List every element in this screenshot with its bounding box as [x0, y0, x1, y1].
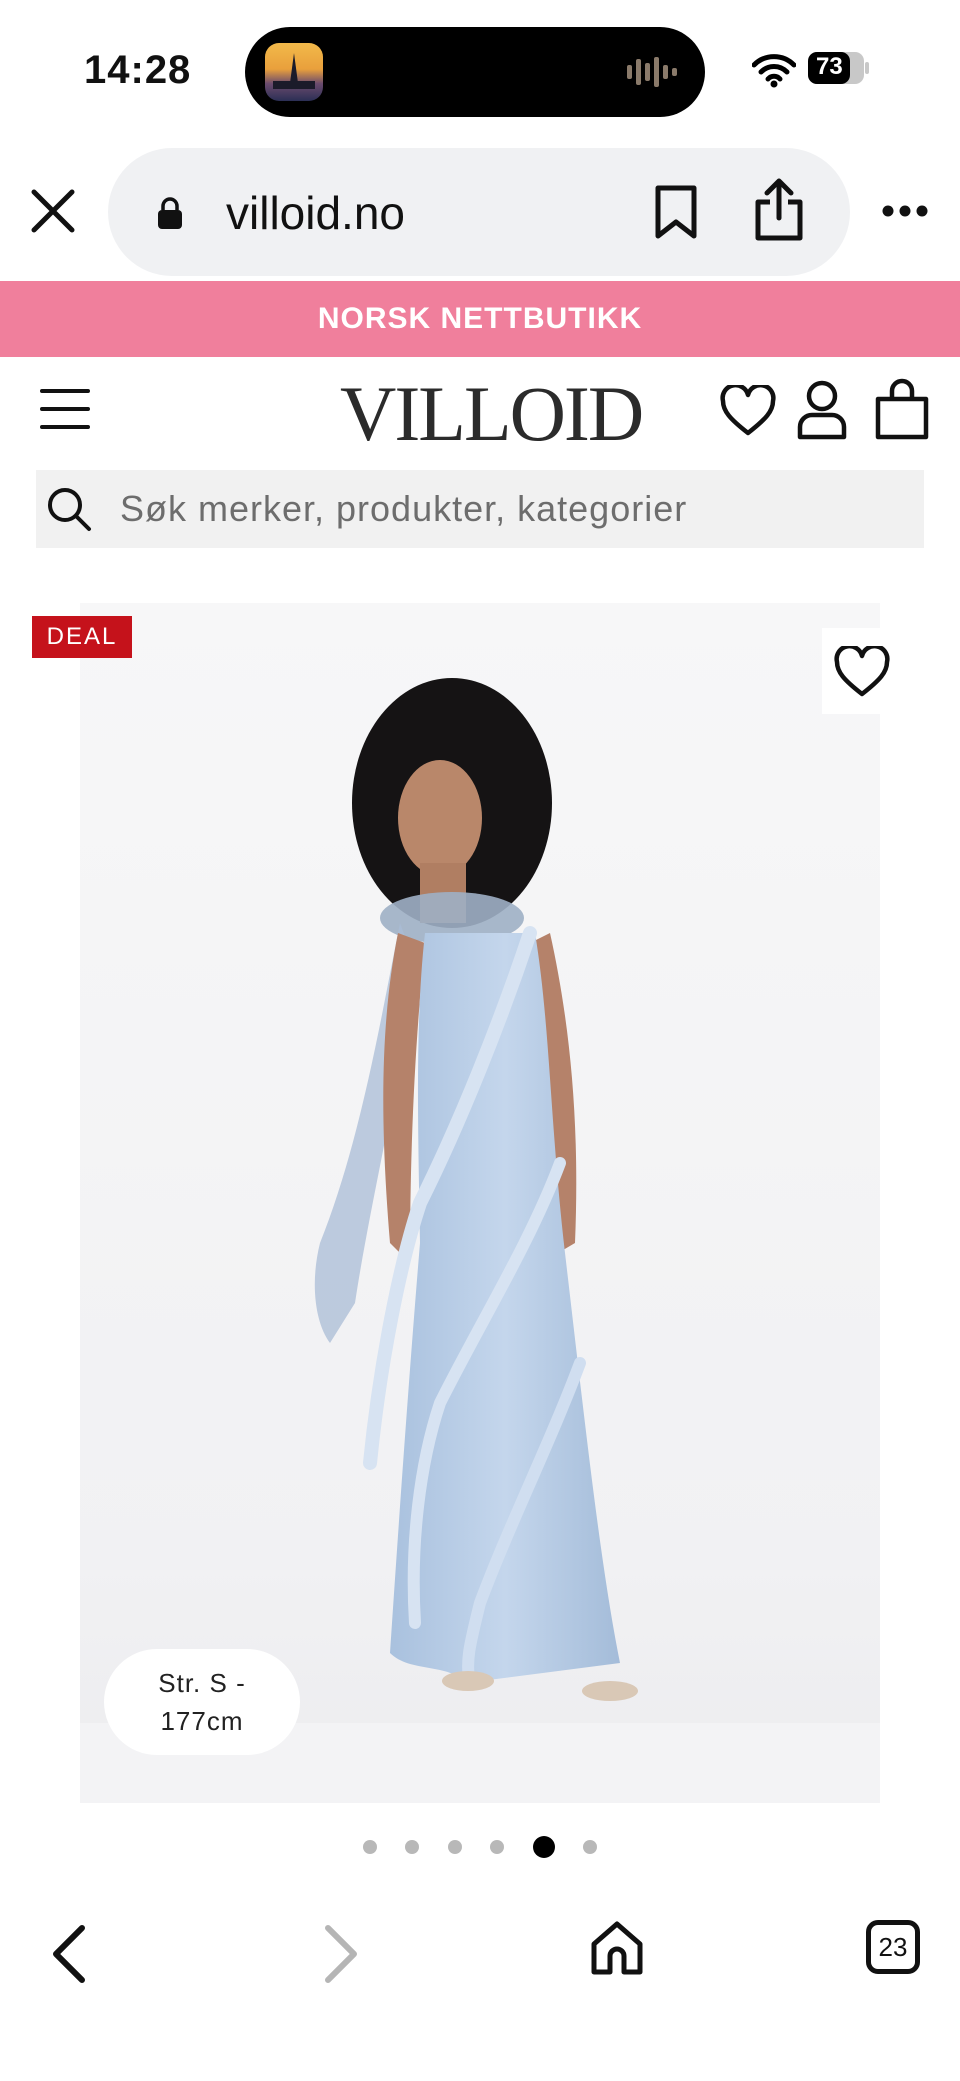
audio-wave-icon	[627, 57, 677, 87]
shopping-bag-icon[interactable]	[874, 377, 930, 441]
url-text[interactable]: villoid.no	[226, 186, 405, 240]
back-icon[interactable]	[50, 1924, 88, 1984]
model-size-line1: Str. S -	[158, 1668, 246, 1698]
gallery-dot[interactable]	[490, 1840, 505, 1854]
battery-level: 73	[816, 53, 843, 80]
more-options-icon[interactable]	[882, 204, 928, 218]
browser-toolbar: 23	[0, 1890, 960, 2081]
wifi-icon	[752, 54, 796, 88]
site-header: VILLOID	[0, 357, 960, 465]
browser-address-row: villoid.no	[0, 148, 960, 276]
status-time: 14:28	[84, 48, 192, 92]
share-icon[interactable]	[754, 178, 804, 242]
forward-icon[interactable]	[322, 1924, 360, 1984]
gallery-dot[interactable]	[362, 1840, 377, 1854]
deal-badge: DEAL	[32, 616, 132, 658]
account-icon[interactable]	[796, 379, 848, 441]
search-field[interactable]: Søk merker, produkter, kategorier	[36, 470, 924, 548]
add-to-wishlist-button[interactable]	[822, 628, 902, 714]
gallery-pagination[interactable]	[0, 1836, 960, 1858]
lock-icon	[158, 197, 182, 229]
product-image[interactable]	[80, 603, 880, 1803]
dynamic-island[interactable]	[245, 27, 705, 117]
menu-icon[interactable]	[40, 387, 90, 431]
gallery-dot[interactable]	[447, 1840, 462, 1854]
promo-banner[interactable]: NORSK NETTBUTIKK	[0, 281, 960, 357]
wishlist-heart-icon[interactable]	[720, 385, 776, 437]
battery-indicator: 73	[808, 50, 870, 86]
gallery-dot-active[interactable]	[532, 1836, 555, 1858]
product-photo-illustration	[80, 603, 880, 1803]
home-icon[interactable]	[590, 1920, 644, 1976]
address-bar[interactable]: villoid.no	[108, 148, 850, 276]
model-size-line2: 177cm	[160, 1706, 244, 1736]
bookmark-icon[interactable]	[654, 184, 698, 240]
tabs-button[interactable]: 23	[866, 1920, 920, 1974]
now-playing-artwork[interactable]	[265, 43, 323, 101]
search-placeholder: Søk merker, produkter, kategorier	[120, 488, 688, 529]
search-icon	[48, 488, 91, 531]
heart-icon	[834, 646, 890, 697]
close-icon[interactable]	[30, 188, 76, 234]
gallery-dot[interactable]	[583, 1840, 598, 1854]
gallery-dot[interactable]	[405, 1840, 420, 1854]
site-logo[interactable]: VILLOID	[340, 369, 644, 459]
model-size-badge: Str. S - 177cm	[104, 1649, 300, 1755]
status-bar: 14:28 73	[0, 0, 960, 140]
